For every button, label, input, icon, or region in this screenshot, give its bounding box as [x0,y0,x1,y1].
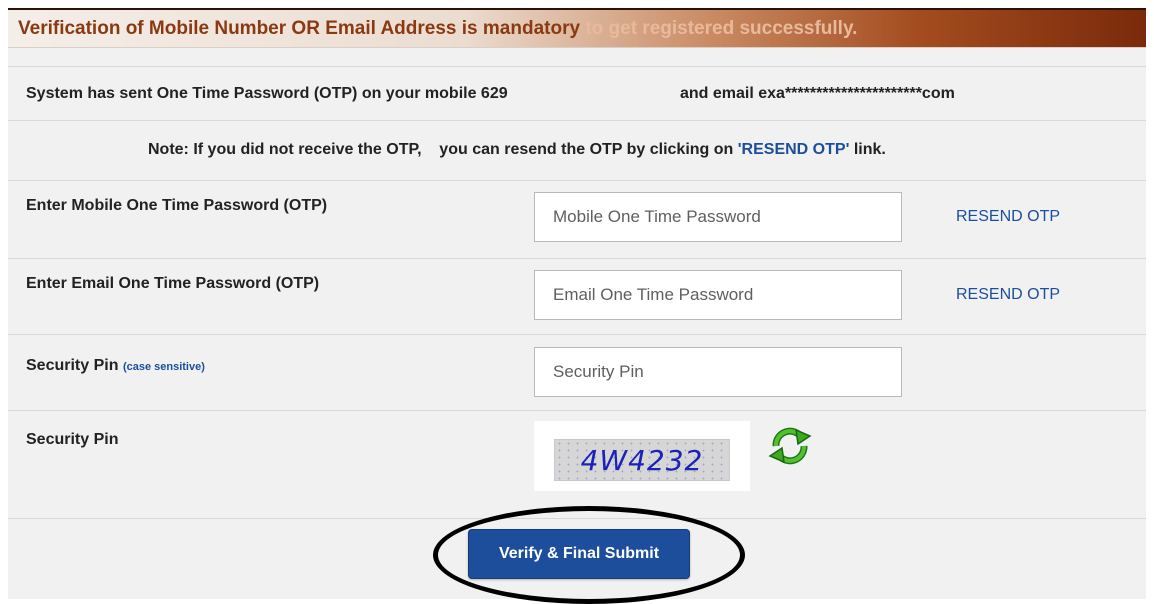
banner-text-faded: to get registered successfully. [585,18,858,39]
note-resend-link: 'RESEND OTP' [737,141,850,158]
security-pin-input[interactable] [534,347,902,397]
otp-sent-row: System has sent One Time Password (OTP) … [8,66,1146,118]
mobile-otp-label: Enter Mobile One Time Password (OTP) [26,197,328,214]
security-pin-label-text: Security Pin [26,357,119,374]
refresh-icon[interactable] [768,426,812,466]
banner-text: Verification of Mobile Number OR Email A… [18,18,586,39]
note-suffix: link. [849,141,886,158]
resend-note-text: Note: If you did not receive the OTP, yo… [148,141,886,159]
note-prefix: Note: If you did not receive the OTP, yo… [148,141,738,158]
mobile-otp-input[interactable] [534,192,902,242]
captcha-container: 4W4232 [534,421,750,491]
captcha-image: 4W4232 [554,439,730,481]
resend-note-row: Note: If you did not receive the OTP, yo… [8,120,1146,178]
otp-sent-text: System has sent One Time Password (OTP) … [26,85,508,102]
email-otp-label: Enter Email One Time Password (OTP) [26,275,320,292]
verify-final-submit-button[interactable]: Verify & Final Submit [468,529,690,579]
otp-verification-panel: Verification of Mobile Number OR Email A… [8,8,1146,599]
email-otp-input[interactable] [534,270,902,320]
security-pin-label: Security Pin (case sensitive) [26,357,205,375]
otp-sent-email-text: and email exa**********************com [680,85,955,102]
resend-email-otp-link[interactable]: RESEND OTP [956,286,1060,304]
case-sensitive-hint: (case sensitive) [122,361,205,373]
captcha-label: Security Pin [26,431,119,448]
resend-mobile-otp-link[interactable]: RESEND OTP [956,208,1060,226]
mandatory-verification-banner: Verification of Mobile Number OR Email A… [8,10,1146,48]
